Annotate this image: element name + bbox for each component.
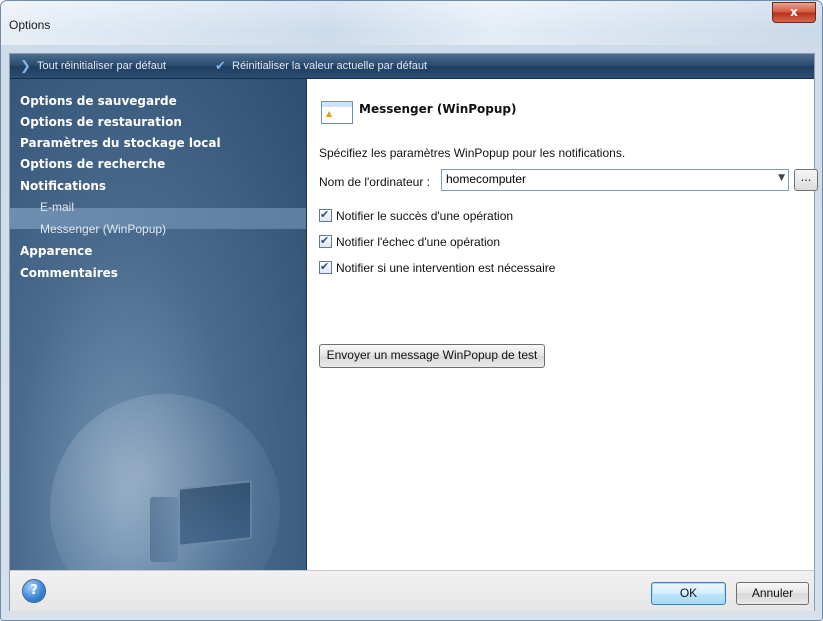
- description-text: Spécifiez les paramètres WinPopup pour l…: [319, 146, 626, 160]
- notify-intervention-label: Notifier si une intervention est nécessa…: [336, 261, 556, 275]
- ok-button[interactable]: OK: [651, 582, 726, 605]
- reset-current-label: Réinitialiser la valeur actuelle par déf…: [232, 60, 428, 72]
- sidebar-item-local-storage[interactable]: Paramètres du stockage local: [20, 133, 221, 153]
- notify-failure-label: Notifier l'échec d'une opération: [336, 235, 501, 249]
- dialog-body: ❯ Tout réinitialiser par défaut ✔ Réinitia…: [9, 53, 818, 611]
- sidebar-item-search-options[interactable]: Options de recherche: [20, 154, 165, 174]
- sidebar-item-appearance[interactable]: Apparence: [20, 241, 92, 261]
- toolbar: ❯ Tout réinitialiser par défaut ✔ Réinitia…: [10, 54, 814, 79]
- content-panel: Messenger (WinPopup) Spécifiez les param…: [307, 79, 818, 570]
- notify-failure-checkbox[interactable]: Notifier l'échec d'une opération: [319, 233, 501, 250]
- reset-all-label: Tout réinitialiser par défaut: [37, 60, 167, 72]
- cancel-button[interactable]: Annuler: [736, 582, 809, 605]
- double-chevron-down-icon: ❯: [20, 58, 31, 73]
- button-bar: ? OK Annuler: [10, 570, 814, 611]
- monitor-illustration: [178, 480, 252, 547]
- sidebar-item-restore-options[interactable]: Options de restauration: [20, 112, 182, 132]
- computer-name-value[interactable]: homecomputer: [446, 172, 526, 186]
- computer-name-combobox[interactable]: homecomputer ▼: [441, 169, 789, 191]
- sidebar-item-backup-options[interactable]: Options de sauvegarde: [20, 91, 177, 111]
- checkbox-checked-icon[interactable]: [319, 259, 332, 275]
- options-window: Options x ❯ Tout réinitialiser par défaut…: [0, 0, 823, 621]
- sidebar-item-email[interactable]: E-mail: [40, 197, 74, 217]
- window-title: Options: [9, 18, 51, 32]
- reset-current-button[interactable]: ✔ Réinitialiser la valeur actuelle par dé…: [215, 58, 427, 74]
- window-popup-icon: [321, 101, 353, 124]
- check-icon: ✔: [215, 58, 226, 73]
- title-bar[interactable]: Options x: [1, 1, 822, 45]
- page-title: Messenger (WinPopup): [359, 102, 517, 116]
- send-test-message-button[interactable]: Envoyer un message WinPopup de test: [319, 344, 545, 368]
- checkbox-checked-icon[interactable]: [319, 207, 332, 223]
- sidebar-item-notifications[interactable]: Notifications: [20, 176, 106, 196]
- notify-intervention-checkbox[interactable]: Notifier si une intervention est nécessa…: [319, 259, 556, 276]
- sidebar: Options de sauvegarde Options de restaur…: [10, 79, 307, 570]
- reset-all-button[interactable]: ❯ Tout réinitialiser par défaut: [20, 58, 166, 74]
- checkbox-checked-icon[interactable]: [319, 233, 332, 249]
- computer-tower-illustration: [150, 497, 178, 562]
- notify-success-checkbox[interactable]: Notifier le succès d'une opération: [319, 207, 514, 224]
- sidebar-item-messenger[interactable]: Messenger (WinPopup): [40, 219, 166, 239]
- notify-success-label: Notifier le succès d'une opération: [336, 209, 514, 223]
- help-icon[interactable]: ?: [23, 580, 45, 602]
- dropdown-arrow-icon[interactable]: ▼: [778, 173, 785, 183]
- sidebar-item-comments[interactable]: Commentaires: [20, 263, 118, 283]
- browse-button[interactable]: ...: [794, 169, 818, 191]
- computer-name-label: Nom de l'ordinateur :: [319, 175, 431, 189]
- close-button[interactable]: x: [772, 2, 816, 23]
